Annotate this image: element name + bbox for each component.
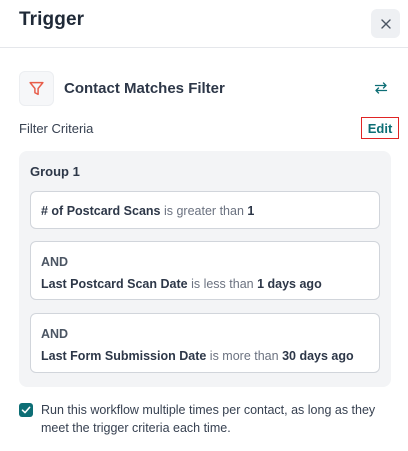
checkmark-icon <box>21 406 31 414</box>
condition-value: 1 <box>247 204 255 218</box>
condition-value: 1 days ago <box>257 277 322 291</box>
condition-text: Last Postcard Scan Date is less than 1 d… <box>41 277 322 291</box>
group-title: Group 1 <box>30 164 80 179</box>
filter-group: Group 1 # of Postcard Scans is greater t… <box>19 151 391 387</box>
condition-card[interactable]: AND Last Postcard Scan Date is less than… <box>30 241 380 300</box>
condition-field: Last Form Submission Date <box>41 349 207 363</box>
edit-button[interactable]: Edit <box>361 117 399 139</box>
panel-header: Trigger <box>0 0 408 48</box>
trigger-label: Contact Matches Filter <box>64 80 225 97</box>
filter-icon <box>29 81 44 96</box>
close-button[interactable] <box>371 9 400 38</box>
panel-title: Trigger <box>19 9 85 30</box>
condition-connector: AND <box>41 255 69 269</box>
swap-arrows-icon[interactable] <box>373 80 389 96</box>
rerun-checkbox[interactable] <box>19 403 33 417</box>
condition-field: Last Postcard Scan Date <box>41 277 188 291</box>
condition-operator: is greater than <box>163 204 244 218</box>
condition-text: Last Form Submission Date is more than 3… <box>41 349 354 363</box>
condition-operator: is more than <box>209 349 279 363</box>
trigger-row: Contact Matches Filter <box>19 71 391 107</box>
condition-field: # of Postcard Scans <box>41 204 161 218</box>
condition-text: # of Postcard Scans is greater than 1 <box>41 204 254 218</box>
trigger-icon-box <box>19 71 54 106</box>
filter-criteria-label: Filter Criteria <box>19 121 94 136</box>
condition-value: 30 days ago <box>282 349 354 363</box>
condition-card[interactable]: AND Last Form Submission Date is more th… <box>30 313 380 373</box>
condition-card[interactable]: # of Postcard Scans is greater than 1 <box>30 191 380 229</box>
condition-operator: is less than <box>191 277 254 291</box>
rerun-label: Run this workflow multiple times per con… <box>41 403 376 435</box>
close-icon <box>380 18 391 29</box>
condition-connector: AND <box>41 327 69 341</box>
